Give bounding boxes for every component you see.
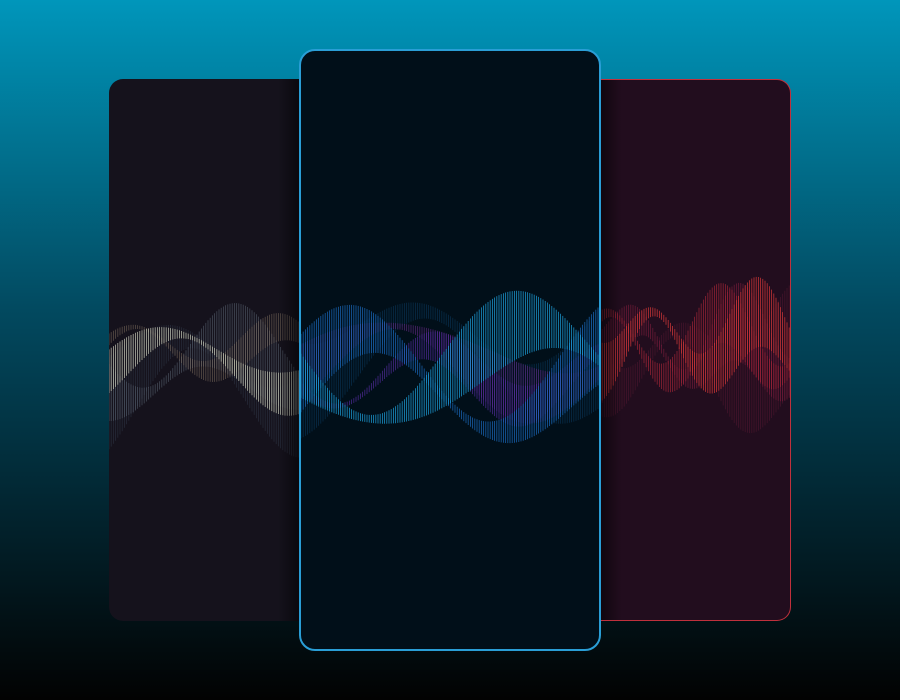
wave-ribbon <box>301 331 599 427</box>
wallpaper-card-right[interactable] <box>600 79 791 621</box>
wave-ribbon <box>301 304 599 444</box>
wave-art-left <box>109 303 299 458</box>
wave-ribbon <box>301 290 599 424</box>
wave-art-right <box>600 276 790 434</box>
wave-art-center <box>301 290 599 444</box>
wallpaper-card-left[interactable] <box>109 79 300 621</box>
wallpaper-card-center[interactable] <box>299 49 601 651</box>
wave-ribbon <box>301 322 599 424</box>
wave-ribbon <box>301 302 599 439</box>
